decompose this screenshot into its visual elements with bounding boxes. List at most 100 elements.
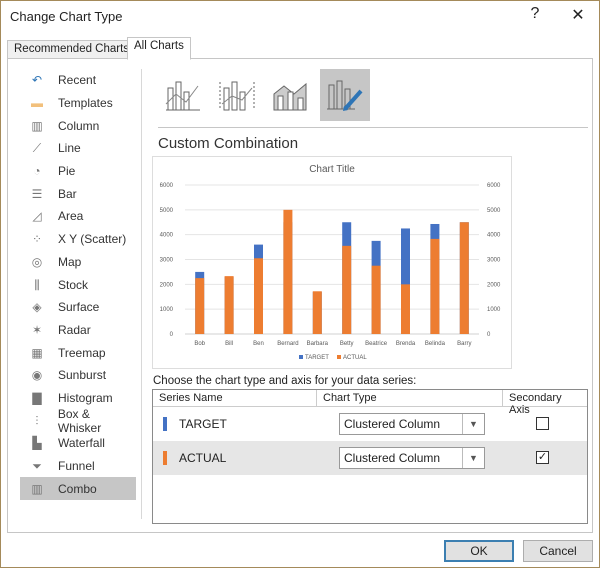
- chart-type-value: Clustered Column: [344, 417, 441, 431]
- column-icon: ▥: [31, 118, 43, 133]
- sidebar-item-sunburst[interactable]: ◉ Sunburst: [20, 364, 136, 387]
- sidebar-item-pie[interactable]: ◔ Pie: [20, 160, 136, 183]
- sidebar-item-label: Radar: [58, 322, 91, 337]
- col-header-chart-type: Chart Type: [317, 390, 503, 407]
- all-charts-panel: ↶ Recent ▬ Templates ▥ Column ⟋ Line ◔ Pie ☰ Bar ◿ Ar…: [7, 59, 593, 533]
- sidebar-item-x-y-scatter[interactable]: ⁘ X Y (Scatter): [20, 228, 136, 251]
- subtype-clustered-column-line[interactable]: [158, 69, 208, 121]
- divider: [141, 69, 142, 519]
- funnel-icon: ⏷: [32, 459, 42, 474]
- y-tick-label: 0: [170, 332, 174, 338]
- x-tick-label: Bernard: [277, 341, 298, 347]
- y2-tick-label: 0: [487, 332, 491, 338]
- sidebar-item-label: Stock: [58, 277, 89, 292]
- x-tick-label: Bob: [194, 341, 205, 347]
- series-name: ACTUAL: [179, 451, 227, 465]
- sidebar-item-label: Histogram: [58, 390, 113, 405]
- close-button[interactable]: ✕: [566, 5, 590, 25]
- sidebar-item-label: Templates: [58, 96, 113, 111]
- histogram-icon: ▇: [32, 390, 42, 405]
- tab-all-charts[interactable]: All Charts: [127, 37, 191, 60]
- sidebar-item-surface[interactable]: ◈ Surface: [20, 296, 136, 319]
- series-color-swatch: [163, 417, 167, 431]
- map-icon: ◎: [31, 254, 43, 269]
- bar-actual: [224, 276, 234, 334]
- sidebar-item-templates[interactable]: ▬ Templates: [20, 92, 136, 115]
- y-tick-label: 1000: [160, 307, 174, 313]
- sidebar-item-label: Waterfall: [58, 436, 105, 451]
- sidebar-item-label: Box & Whisker: [57, 406, 102, 435]
- col-header-secondary-axis: Secondary Axis: [503, 390, 587, 416]
- legend-label: TARGET: [305, 355, 329, 361]
- treemap-icon: ▦: [31, 345, 43, 360]
- radar-icon: ✶: [31, 322, 43, 337]
- bar-actual: [401, 284, 410, 334]
- series-name: TARGET: [179, 417, 227, 431]
- x-tick-label: Beatrice: [365, 341, 388, 347]
- chevron-down-icon: ▼: [462, 448, 484, 468]
- y-tick-label: 2000: [160, 282, 174, 288]
- combo-subtypes: [158, 69, 370, 121]
- sidebar-item-treemap[interactable]: ▦ Treemap: [20, 341, 136, 364]
- surface-icon: ◈: [32, 300, 42, 315]
- y2-tick-label: 3000: [487, 258, 501, 264]
- sidebar-item-area[interactable]: ◿ Area: [20, 205, 136, 228]
- custom-combination-icon: [327, 80, 363, 111]
- y2-tick-label: 6000: [487, 183, 501, 189]
- x-tick-label: Brenda: [396, 341, 416, 347]
- bar-actual: [342, 245, 352, 334]
- secondary-axis-checkbox-target[interactable]: [536, 417, 549, 430]
- ok-button[interactable]: OK: [444, 540, 514, 562]
- y-tick-label: 3000: [160, 258, 174, 264]
- sunburst-icon: ◉: [31, 368, 43, 383]
- sidebar-item-label: Bar: [58, 186, 77, 201]
- sidebar-item-box-whisker[interactable]: ⫶ Box & Whisker: [20, 406, 136, 435]
- series-table: Series Name Chart Type Secondary Axis TA…: [152, 389, 588, 524]
- sidebar-item-combo[interactable]: ▥ Combo: [20, 477, 136, 501]
- stock-icon: ⫼: [34, 277, 40, 292]
- y-tick-label: 4000: [160, 233, 174, 239]
- series-color-swatch: [163, 451, 167, 465]
- subtype-stacked-area-column[interactable]: [266, 69, 316, 121]
- bar-actual: [312, 291, 322, 334]
- chevron-down-icon: ▼: [462, 414, 484, 434]
- chart-type-value: Clustered Column: [344, 451, 441, 465]
- sidebar-item-label: Line: [58, 141, 81, 156]
- bar-actual: [371, 265, 381, 334]
- subtype-custom-combination[interactable]: [320, 69, 370, 121]
- sidebar-item-stock[interactable]: ⫼ Stock: [20, 273, 136, 296]
- tab-recommended-charts[interactable]: Recommended Charts: [7, 40, 137, 59]
- sidebar-item-label: Column: [58, 118, 100, 133]
- sidebar-item-column[interactable]: ▥ Column: [20, 114, 136, 137]
- tab-bar: Recommended Charts All Charts: [7, 37, 593, 60]
- sidebar-item-recent[interactable]: ↶ Recent: [20, 69, 136, 92]
- bar-actual: [430, 238, 440, 334]
- secondary-axis-checkbox-actual[interactable]: ✓: [536, 451, 549, 464]
- clustered-column-line-icon: [165, 81, 200, 111]
- sidebar-item-label: Recent: [58, 73, 97, 88]
- sidebar-item-label: Treemap: [58, 345, 106, 360]
- chart-type-select-target[interactable]: Clustered Column ▼: [339, 413, 485, 435]
- sidebar-item-bar[interactable]: ☰ Bar: [20, 182, 136, 205]
- sidebar-item-waterfall[interactable]: ▙ Waterfall: [20, 432, 136, 455]
- sidebar-item-label: Sunburst: [58, 368, 107, 383]
- help-button[interactable]: ?: [523, 5, 547, 23]
- sidebar-item-funnel[interactable]: ⏷ Funnel: [20, 455, 136, 478]
- sidebar-item-line[interactable]: ⟋ Line: [20, 137, 136, 160]
- sidebar-item-map[interactable]: ◎ Map: [20, 251, 136, 274]
- cancel-button[interactable]: Cancel: [523, 540, 593, 562]
- x-tick-label: Belinda: [425, 341, 446, 347]
- chart-title: Chart Title: [309, 164, 355, 175]
- sidebar-item-label: Pie: [58, 164, 76, 179]
- series-row-actual: ACTUAL Clustered Column ▼ ✓: [153, 441, 587, 475]
- divider: [158, 127, 588, 128]
- sidebar-item-radar[interactable]: ✶ Radar: [20, 319, 136, 342]
- subtype-column-line-secondary[interactable]: [212, 69, 262, 121]
- x-tick-label: Barbara: [307, 341, 329, 347]
- chart-type-select-actual[interactable]: Clustered Column ▼: [339, 447, 485, 469]
- chart-svg: Chart Title 0 0 1000 1000 2000 2000 3000 3000 400…: [160, 164, 501, 361]
- bar-icon: ☰: [31, 186, 43, 201]
- y2-tick-label: 4000: [487, 233, 501, 239]
- pie-icon: ◔: [33, 164, 41, 179]
- dialog-title: Change Chart Type: [10, 9, 123, 24]
